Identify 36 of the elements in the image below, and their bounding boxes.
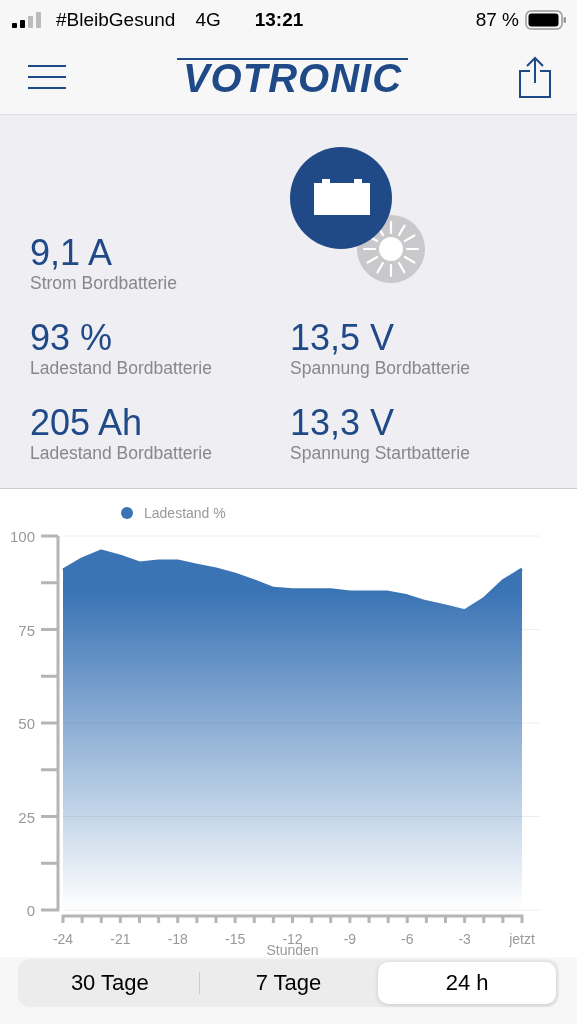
y-tick-label: 25: [18, 808, 35, 826]
range-tab[interactable]: 30 Tage: [21, 962, 199, 1004]
stat-label: Ladestand Bordbatterie: [30, 357, 212, 379]
stat-value: 93 %: [30, 319, 113, 357]
stat-label: Ladestand Bordbatterie: [30, 442, 212, 464]
y-tick-label: 75: [18, 621, 35, 639]
y-tick-label: 50: [18, 715, 35, 732]
stat-value: 13,5 V: [290, 319, 395, 357]
legend-label: Ladestand %: [144, 505, 226, 521]
clock: 13:21: [254, 9, 304, 31]
stat-label: Strom Bordbatterie: [30, 272, 177, 294]
logo: VOTRONIC: [176, 58, 409, 96]
battery-percent: 87 %: [475, 9, 519, 31]
x-tick-label: -24: [52, 931, 74, 947]
solar-battery-icon: [290, 147, 426, 283]
y-tick-label: 100: [9, 528, 35, 545]
x-tick-label: -15: [225, 931, 246, 947]
battery-icon: [525, 10, 567, 30]
stat-value: 205 Ah: [30, 404, 143, 442]
stat-value: 9,1 A: [30, 234, 113, 272]
x-tick-label: -6: [401, 931, 414, 947]
stat-label: Spannung Startbatterie: [290, 442, 470, 464]
x-tick-label: -9: [343, 931, 357, 947]
stat-label: Spannung Bordbatterie: [290, 357, 470, 379]
x-tick-label: -3: [458, 931, 471, 947]
y-tick-label: 0: [26, 902, 35, 919]
x-tick-label: jetzt: [509, 931, 535, 947]
x-tick-label: -18: [167, 931, 188, 947]
carrier-name: #BleibGesund: [56, 9, 176, 31]
range-tab[interactable]: 7 Tage: [199, 962, 378, 1004]
menu-icon[interactable]: [28, 64, 66, 90]
network-type: 4G: [195, 9, 221, 31]
range-tab[interactable]: 24 h: [378, 962, 556, 1004]
x-tick-label: -21: [110, 931, 131, 947]
stat-value: 13,3 V: [290, 404, 395, 442]
share-icon[interactable]: [519, 56, 551, 98]
